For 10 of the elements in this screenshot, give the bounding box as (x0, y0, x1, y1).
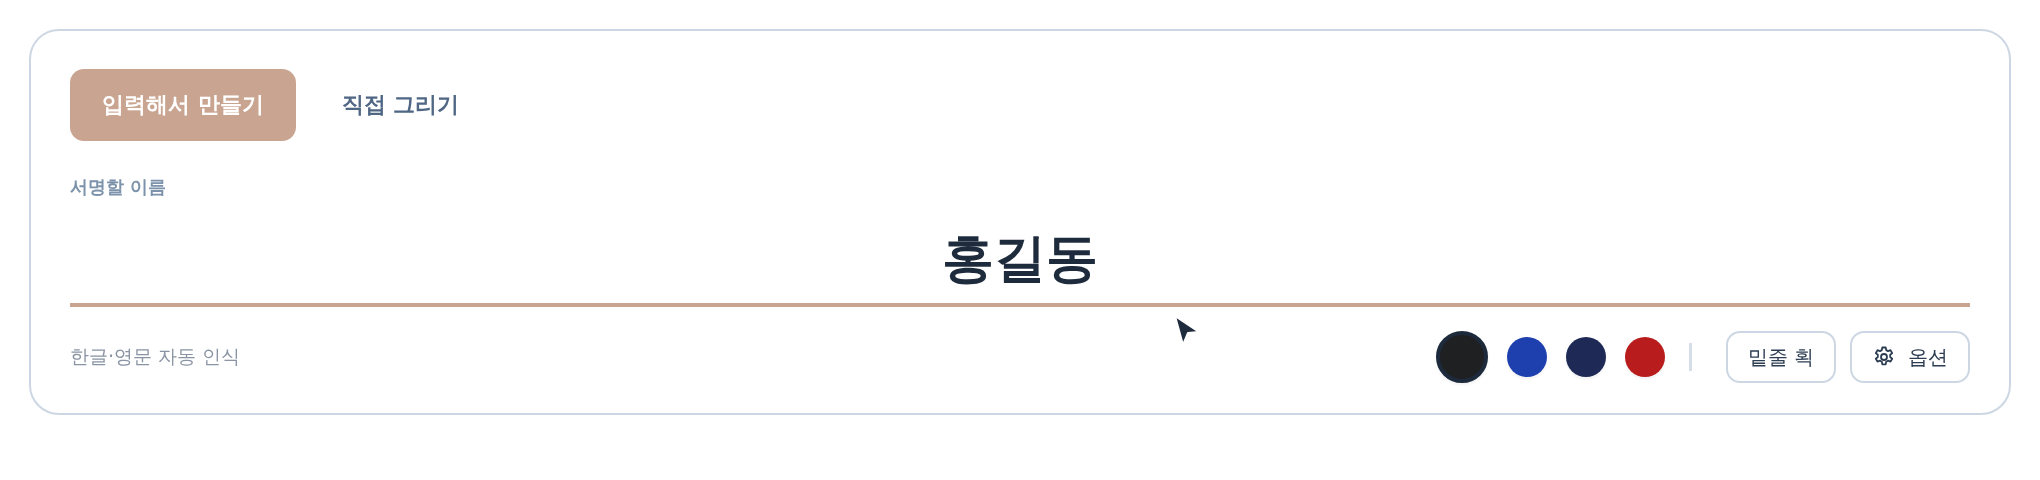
color-swatch[interactable] (1624, 337, 1665, 377)
color-swatch[interactable] (1435, 331, 1488, 383)
field-label: 서명할 이름 (70, 175, 168, 199)
color-swatch[interactable] (1565, 337, 1606, 377)
stroke-button[interactable]: 밑줄 획 (1725, 331, 1836, 383)
name-field[interactable]: 홍길동 (70, 217, 1970, 307)
options-button[interactable]: 옵션 (1850, 331, 1970, 383)
hint-text: 한글·영문 자동 인식 (70, 344, 242, 369)
color-swatch[interactable] (1506, 337, 1547, 377)
mode-tab[interactable]: 직접 그리기 (309, 69, 492, 141)
